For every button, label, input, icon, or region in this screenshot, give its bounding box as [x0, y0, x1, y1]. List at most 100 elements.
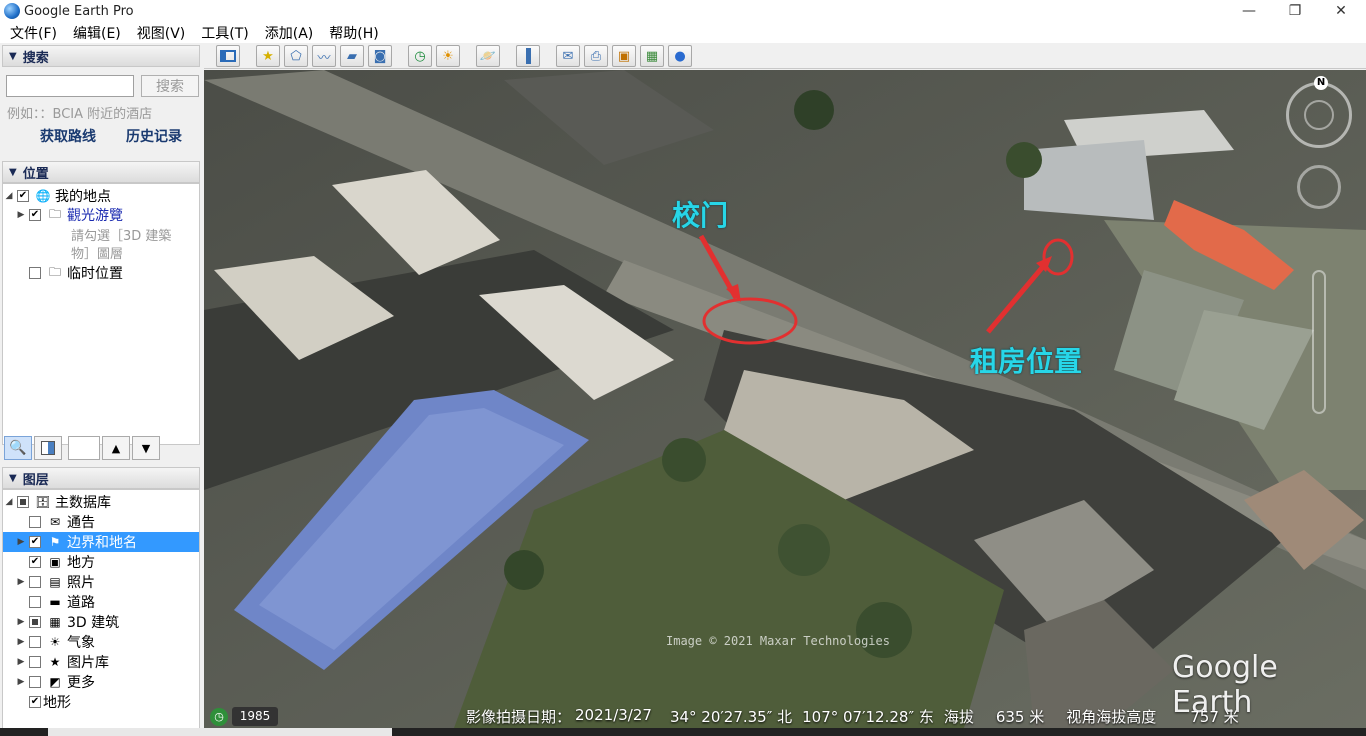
side-panel: ▼ 搜索 搜索 例如：：BCIA 附近的酒店 获取路线 历史记录 ▼ 位置 ◢ …: [0, 43, 202, 736]
map-view[interactable]: 校门 租房位置 N Image © 2021 Maxar Technologie…: [204, 70, 1366, 728]
camera-icon: ◙: [373, 48, 387, 64]
layer-label: 更多: [67, 675, 95, 691]
toggle-panel-button[interactable]: [34, 436, 62, 460]
expand-arrow-icon[interactable]: ▶: [15, 617, 27, 627]
ruler-button[interactable]: [516, 45, 540, 67]
gate-annotation-label: 校门: [672, 199, 729, 232]
minimize-button[interactable]: —: [1226, 0, 1272, 22]
checkbox[interactable]: [29, 267, 41, 279]
taskbar-edge: [0, 728, 1366, 736]
add-polygon-button[interactable]: ⬠: [284, 45, 308, 67]
layer-checkbox[interactable]: ✔: [29, 696, 41, 708]
sidebar-toggle-button[interactable]: [216, 45, 240, 67]
look-joystick[interactable]: [1304, 100, 1334, 130]
menu-help[interactable]: 帮助(H): [319, 23, 384, 43]
layer-item[interactable]: ◢ 🗄 主数据库: [3, 492, 199, 512]
tree-item-temporary[interactable]: 🗀 临时位置: [15, 263, 123, 283]
move-up-button[interactable]: ▲: [102, 436, 130, 460]
layer-item[interactable]: ✉ 通告: [15, 512, 199, 532]
historical-imagery-button[interactable]: ◷: [408, 45, 432, 67]
search-header-label: 搜索: [22, 50, 49, 66]
search-input[interactable]: [6, 75, 134, 97]
search-places-button[interactable]: 🔍: [4, 436, 32, 460]
layers-section-header[interactable]: ▼ 图层: [2, 467, 200, 489]
menu-edit[interactable]: 编辑(E): [63, 23, 127, 43]
image-pin-icon: ▣: [617, 48, 631, 64]
layer-item[interactable]: ▶ ▤ 照片: [15, 572, 199, 592]
add-placemark-button[interactable]: ★: [256, 45, 280, 67]
more-icon: ◩: [49, 675, 61, 689]
flag-icon: ⚑: [49, 535, 61, 549]
planets-button[interactable]: 🪐: [476, 45, 500, 67]
sunrise-icon: ☀: [442, 48, 454, 64]
add-path-button[interactable]: 〰: [312, 45, 336, 67]
checkbox[interactable]: ✔: [17, 190, 29, 202]
menu-view[interactable]: 视图(V): [127, 23, 192, 43]
email-button[interactable]: ✉: [556, 45, 580, 67]
layer-checkbox[interactable]: [29, 676, 41, 688]
road-icon: ▬: [49, 595, 61, 609]
layer-item[interactable]: ▶ ☀ 气象: [15, 632, 199, 652]
google-maps-button[interactable]: ●: [668, 45, 692, 67]
record-tour-button[interactable]: ◙: [368, 45, 392, 67]
historical-clock-icon[interactable]: ◷: [210, 708, 228, 726]
menu-file[interactable]: 文件(F): [0, 23, 63, 43]
expand-arrow-icon[interactable]: ▶: [15, 637, 27, 647]
zoom-slider[interactable]: [1312, 270, 1326, 414]
status-bar: ◷ 1985 影像拍摄日期： 2021/3/27 34° 20′27.35″ 北…: [204, 704, 1366, 728]
layer-checkbox[interactable]: [29, 596, 41, 608]
add-overlay-button[interactable]: ▰: [340, 45, 364, 67]
move-joystick[interactable]: [1297, 165, 1341, 209]
close-button[interactable]: ✕: [1318, 0, 1364, 22]
layer-item[interactable]: ✔ 地形: [15, 692, 199, 712]
database-icon: 🗄: [35, 495, 51, 509]
menu-tools[interactable]: 工具(T): [191, 23, 254, 43]
layer-item[interactable]: ✔ ▣ 地方: [15, 552, 199, 572]
expand-arrow-icon[interactable]: ◢: [3, 191, 15, 201]
layer-checkbox[interactable]: ✔: [29, 536, 41, 548]
eye-altitude-label: 视角海拔高度: [1066, 708, 1157, 726]
layer-item[interactable]: ▶ ✔ ⚑ 边界和地名: [3, 532, 199, 552]
layer-item[interactable]: ▶ ▦ 3D 建筑: [15, 612, 199, 632]
print-button[interactable]: ⎙: [584, 45, 608, 67]
menu-add[interactable]: 添加(A): [255, 23, 320, 43]
layer-item[interactable]: ▶ ◩ 更多: [15, 672, 199, 692]
layer-checkbox[interactable]: [29, 576, 41, 588]
layer-checkbox[interactable]: [29, 616, 41, 628]
layer-checkbox[interactable]: [29, 656, 41, 668]
layer-item[interactable]: ▬ 道路: [15, 592, 199, 612]
tree-item-my-places[interactable]: ◢ ✔ 🌐 我的地点: [3, 186, 111, 206]
expand-arrow-icon[interactable]: ▶: [15, 210, 27, 220]
layer-checkbox[interactable]: [29, 516, 41, 528]
sun-icon: ☀: [49, 635, 61, 649]
get-directions-link[interactable]: 获取路线: [40, 126, 96, 146]
maximize-button[interactable]: ❐: [1272, 0, 1318, 22]
expand-arrow-icon[interactable]: ▶: [15, 537, 27, 547]
checkbox[interactable]: ✔: [29, 209, 41, 221]
collapse-icon: ▼: [9, 472, 17, 484]
move-down-button[interactable]: ▼: [132, 436, 160, 460]
tree-item-sightseeing[interactable]: ▶ ✔ 🗀 觀光游覽: [15, 205, 123, 225]
expand-arrow-icon[interactable]: ▶: [15, 657, 27, 667]
expand-arrow-icon[interactable]: ▶: [15, 577, 27, 587]
search-section-header[interactable]: ▼ 搜索: [2, 45, 200, 67]
imagery-year-badge[interactable]: 1985: [232, 707, 278, 726]
layer-checkbox[interactable]: [17, 496, 29, 508]
save-image-button[interactable]: ▣: [612, 45, 636, 67]
collapse-icon: ▼: [9, 50, 17, 62]
map-image-button[interactable]: ▦: [640, 45, 664, 67]
search-button[interactable]: 搜索: [141, 75, 199, 97]
layer-checkbox[interactable]: ✔: [29, 556, 41, 568]
places-section-header[interactable]: ▼ 位置: [2, 161, 200, 183]
places-blank-field[interactable]: [68, 436, 100, 460]
compass-ring[interactable]: [1286, 82, 1352, 148]
history-link[interactable]: 历史记录: [126, 126, 182, 146]
north-indicator[interactable]: N: [1314, 76, 1328, 90]
rental-arrow: [986, 261, 1048, 334]
layer-item[interactable]: ▶ ★ 图片库: [15, 652, 199, 672]
layer-checkbox[interactable]: [29, 636, 41, 648]
sunlight-button[interactable]: ☀: [436, 45, 460, 67]
expand-arrow-icon[interactable]: ▶: [15, 677, 27, 687]
tree-item-label: 临时位置: [67, 266, 123, 282]
expand-arrow-icon[interactable]: ◢: [3, 497, 15, 507]
